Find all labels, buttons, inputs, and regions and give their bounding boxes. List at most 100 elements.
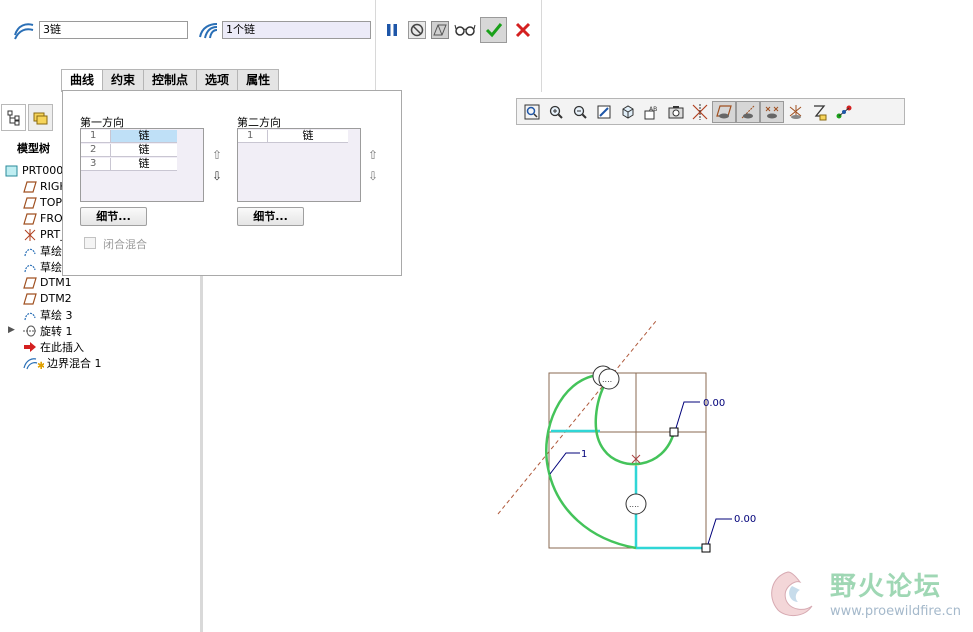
tree-item-label: 旋转 1 (40, 324, 73, 338)
sketch-icon (22, 260, 37, 274)
tree-item-insert-here[interactable]: 在此插入 (22, 339, 84, 354)
tab-properties[interactable]: 属性 (237, 69, 280, 90)
first-direction-collector[interactable]: 3链 (39, 21, 188, 39)
cube-view-icon (622, 104, 634, 119)
datum-axis-line (497, 320, 657, 515)
tab-curves[interactable]: 曲线 (61, 69, 104, 92)
tab-options[interactable]: 选项 (196, 69, 239, 90)
zoom-out-icon (573, 105, 587, 119)
tree-item-part[interactable]: PRT0001 (4, 163, 70, 178)
row-number: 2 (81, 144, 111, 156)
graphics-toolbar: AB (516, 98, 905, 125)
spin-center-button[interactable] (688, 101, 712, 123)
dashboard-separator (375, 0, 376, 92)
move-down-icon[interactable]: ⇩ (367, 170, 379, 182)
dimension-label[interactable]: 1 (581, 449, 587, 460)
second-direction-chain-list[interactable]: 1 链 (237, 128, 361, 202)
view-manager-button[interactable] (664, 101, 688, 123)
dimension-leaders (549, 401, 732, 545)
nav-tab-model-tree[interactable] (1, 104, 26, 131)
dimension-label[interactable]: 0.00 (734, 514, 756, 525)
tree-item-boundary-blend[interactable]: ✱ 边界混合 1 (22, 355, 102, 370)
glasses-preview-button[interactable] (454, 19, 476, 41)
tree-item-label: 草绘 3 (40, 308, 73, 322)
chain-list-row[interactable]: 2 链 (81, 144, 177, 157)
curve-end-handle[interactable] (701, 543, 711, 553)
tree-item-sketch-3[interactable]: 草绘 3 (22, 307, 73, 322)
no-preview-icon (408, 21, 426, 39)
zoom-out-button[interactable] (568, 101, 592, 123)
curves-panel: 第一方向 1 链 2 链 3 链 ⇧ ⇩ 细节... 第二方向 1 链 ⇧ ⇩ … (62, 90, 402, 276)
verify-geometry-button[interactable] (429, 19, 451, 41)
tree-item-dtm2[interactable]: DTM2 (22, 291, 72, 306)
blend-marker-mid[interactable]: .... (625, 493, 647, 515)
folder-icon (33, 112, 47, 124)
pause-icon (387, 24, 397, 36)
repaint-button[interactable] (592, 101, 616, 123)
named-views-button[interactable]: AB (640, 101, 664, 123)
tab-constraints[interactable]: 约束 (102, 69, 145, 90)
saved-views-button[interactable] (616, 101, 640, 123)
repaint-icon (597, 105, 611, 118)
dashboard-tabs: 曲线 约束 控制点 选项 属性 (61, 69, 280, 92)
chain-list-row[interactable]: 1 链 (238, 130, 348, 143)
zoom-in-button[interactable] (544, 101, 568, 123)
flame-logo-icon (771, 571, 813, 616)
first-direction-details-button[interactable]: 细节... (80, 207, 147, 226)
ok-button[interactable] (480, 17, 507, 43)
display-style-button[interactable] (832, 101, 856, 123)
part-icon (4, 164, 19, 178)
first-direction-chain-list[interactable]: 1 链 2 链 3 链 (80, 128, 204, 202)
chain-collector-icon (14, 23, 34, 40)
revolve-icon (22, 324, 37, 338)
closed-blend-label: 闭合混合 (103, 238, 147, 251)
tree-item-label: DTM1 (40, 276, 72, 289)
datum-plane-icon (22, 180, 37, 194)
datum-plane-display-icon (716, 104, 732, 118)
nav-tab-folder[interactable] (28, 104, 53, 131)
svg-text:....: .... (602, 375, 612, 384)
no-preview-button[interactable] (406, 19, 428, 41)
insert-here-icon (22, 340, 37, 354)
second-direction-details-button[interactable]: 细节... (237, 207, 304, 226)
refit-button[interactable] (520, 101, 544, 123)
tab-control-points[interactable]: 控制点 (143, 69, 198, 90)
datum-plane-icon (22, 212, 37, 226)
chain-list-row[interactable]: 3 链 (81, 158, 177, 171)
move-up-icon[interactable]: ⇧ (211, 149, 223, 161)
sketch-frame (548, 372, 707, 549)
boundary-curves (545, 373, 676, 550)
verify-icon (431, 21, 449, 39)
expand-icon[interactable]: ▶ (8, 325, 15, 335)
pause-button[interactable] (381, 19, 403, 41)
move-down-icon[interactable]: ⇩ (211, 170, 223, 182)
closed-blend-checkbox[interactable] (84, 237, 96, 249)
move-up-icon[interactable]: ⇧ (367, 149, 379, 161)
csys-icon (22, 228, 37, 242)
dimension-label[interactable]: 0.00 (703, 398, 725, 409)
tree-item-revolve[interactable]: 旋转 1 (22, 323, 73, 338)
datum-planes-toggle[interactable] (712, 100, 736, 123)
zoom-in-icon (549, 105, 563, 119)
csys-toggle[interactable] (784, 101, 808, 123)
row-value: 链 (138, 157, 150, 170)
highlighted-chain (551, 429, 704, 550)
cancel-x-icon (515, 22, 531, 38)
datum-axes-toggle[interactable] (736, 100, 760, 123)
tree-item-dtm1[interactable]: DTM1 (22, 275, 72, 290)
model-tree-icon (7, 110, 19, 125)
cancel-button[interactable] (512, 19, 534, 41)
boundary-blend-icon: ✱ (22, 356, 44, 370)
datum-points-toggle[interactable] (760, 100, 784, 123)
dashboard-separator (541, 0, 542, 92)
annotations-toggle[interactable] (808, 101, 832, 123)
second-direction-collector[interactable]: 1个链 (222, 21, 371, 39)
sketch-icon (22, 244, 37, 258)
curve-end-handle[interactable] (669, 427, 679, 437)
tree-item-label: 在此插入 (40, 340, 84, 354)
chain-list-row[interactable]: 1 链 (81, 130, 177, 143)
model-tree-title: 模型树 (17, 142, 50, 155)
blend-marker-top[interactable]: .... (592, 365, 620, 390)
sketch-icon (22, 308, 37, 322)
tree-item-datum-top[interactable]: TOP (22, 195, 62, 210)
